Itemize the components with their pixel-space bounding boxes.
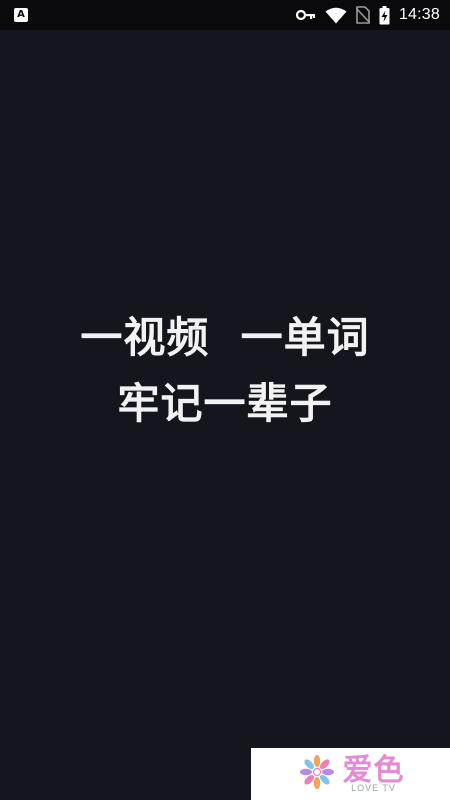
splash-screen: A 14:38 一视频 一单词 牢记一辈子 爱色 LOVE TV: [0, 0, 450, 800]
slogan-line-1: 一视频 一单词: [80, 313, 370, 362]
vpn-key-icon: [295, 9, 316, 21]
slogan: 一视频 一单词 牢记一辈子: [0, 312, 450, 430]
flower-logo-icon: [297, 752, 337, 796]
no-sim-icon: [355, 6, 370, 24]
logo-wordmark-en: LOVE TV: [351, 783, 396, 793]
slogan-line-2: 牢记一辈子: [117, 379, 333, 428]
status-bar: A 14:38: [0, 0, 450, 30]
status-clock: 14:38: [398, 6, 440, 23]
app-notification-icon: A: [14, 8, 28, 22]
wifi-icon: [325, 7, 347, 24]
app-logo-badge: 爱色 LOVE TV: [251, 748, 450, 800]
battery-charging-icon: [379, 5, 390, 25]
